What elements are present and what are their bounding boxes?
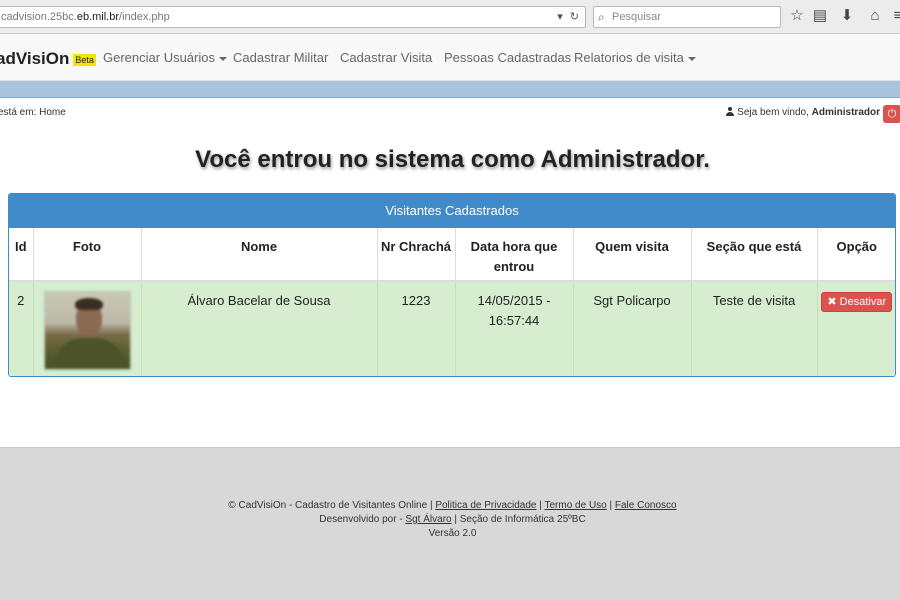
bookmark-star-icon[interactable]: ☆ xyxy=(788,7,806,25)
menu-icon[interactable]: ≡ xyxy=(889,7,900,25)
url-path: /index.php xyxy=(119,11,170,23)
column-header: Nr Chrachá xyxy=(377,228,456,282)
contact-link[interactable]: Fale Conosco xyxy=(615,500,677,511)
privacy-policy-link[interactable]: Politica de Privacidade xyxy=(435,500,536,511)
logout-button[interactable]: ⏻ xyxy=(883,105,900,123)
footer-copyright: © CadVisiOn - Cadastro de Visitantes Onl… xyxy=(228,500,433,511)
downloads-icon[interactable]: ⬇ xyxy=(838,7,856,25)
footer-version: Versão 2.0 xyxy=(428,528,477,539)
cell-id: 2 xyxy=(9,281,34,376)
url-prefix: cadvision.25bc. xyxy=(1,11,77,23)
nav-cadastrar-militar[interactable]: Cadastrar Militar xyxy=(233,50,328,65)
deactivate-button[interactable]: ✖ Desativar xyxy=(821,292,893,312)
table-row: 2 Álvaro Bacelar de Sousa 1223 14/05/201… xyxy=(9,281,895,376)
reading-list-icon[interactable]: ▤ xyxy=(811,7,829,25)
column-header: Opção xyxy=(817,228,895,282)
brand-name: adVisiOn xyxy=(0,49,70,68)
welcome-message: Seja bem vindo, Administrador xyxy=(726,107,880,118)
visitor-photo xyxy=(43,291,131,370)
nav-pessoas-cadastradas[interactable]: Pessoas Cadastradas xyxy=(444,50,571,65)
nav-label: Cadastrar Visita xyxy=(340,50,433,65)
caret-down-icon xyxy=(687,56,696,61)
visitors-table: Id Foto Nome Nr Chrachá Data hora que en… xyxy=(9,228,895,376)
column-header: Foto xyxy=(33,228,142,282)
close-icon: ✖ xyxy=(827,296,837,308)
visitors-panel: Visitantes Cadastrados Id Foto Nome Nr C… xyxy=(8,193,896,377)
panel-title: Visitantes Cadastrados xyxy=(9,194,895,228)
footer-section: | Seção de Informática 25ºBC xyxy=(454,514,586,525)
cell-section: Teste de visita xyxy=(691,281,818,376)
cell-visiting: Sgt Policarpo xyxy=(573,281,692,376)
column-header: Nome xyxy=(141,228,378,282)
nav-cadastrar-visita[interactable]: Cadastrar Visita xyxy=(340,50,432,65)
reload-icon[interactable]: ↻ xyxy=(570,11,579,23)
column-header: Seção que está xyxy=(691,228,818,282)
nav-label: Relatorios de visita xyxy=(574,50,684,65)
footer-text: © CadVisiOn - Cadastro de Visitantes Onl… xyxy=(0,499,900,541)
url-dropdown-icon[interactable]: ▾ xyxy=(557,11,563,23)
terms-of-use-link[interactable]: Termo de Uso xyxy=(544,500,606,511)
cell-name: Álvaro Bacelar de Sousa xyxy=(141,281,378,376)
breadcrumb: está em: Home xyxy=(0,107,66,118)
nav-label: Cadastrar Militar xyxy=(233,50,329,65)
column-header: Data hora que entrou xyxy=(455,228,574,282)
cell-photo xyxy=(33,281,142,376)
url-bar[interactable]: cadvision.25bc.eb.mil.br/index.php ▾ ↻ xyxy=(0,6,586,28)
welcome-username: Administrador xyxy=(811,107,880,118)
user-icon xyxy=(726,107,735,116)
site-navbar: adVisiOn Beta Gerenciar Usuários Cadastra… xyxy=(0,35,900,81)
nav-gerenciar-usuarios[interactable]: Gerenciar Usuários xyxy=(103,50,227,65)
browser-search-input[interactable]: ⌕ Pesquisar xyxy=(593,6,781,28)
table-header-row: Id Foto Nome Nr Chrachá Data hora que en… xyxy=(9,228,895,282)
home-icon[interactable]: ⌂ xyxy=(866,7,884,25)
footer: © CadVisiOn - Cadastro de Visitantes Onl… xyxy=(0,447,900,600)
cell-action: ✖ Desativar xyxy=(817,281,895,376)
url-host: eb.mil.br xyxy=(76,11,120,23)
search-placeholder: Pesquisar xyxy=(612,11,661,23)
brand-logo[interactable]: adVisiOn Beta xyxy=(0,49,96,69)
breadcrumb-current[interactable]: Home xyxy=(39,107,66,118)
column-header: Id xyxy=(9,228,34,282)
developer-link[interactable]: Sgt Álvaro xyxy=(405,514,451,525)
power-icon: ⏻ xyxy=(887,108,897,120)
breadcrumb-prefix: está em: xyxy=(0,107,37,118)
cell-entry-datetime: 14/05/2015 - 16:57:44 xyxy=(455,281,574,376)
nav-relatorios-de-visita[interactable]: Relatorios de visita xyxy=(574,50,696,65)
beta-badge: Beta xyxy=(73,53,96,66)
welcome-text: Seja bem vindo, xyxy=(737,107,809,118)
deactivate-label: Desativar xyxy=(839,296,887,308)
browser-toolbar: cadvision.25bc.eb.mil.br/index.php ▾ ↻ ⌕… xyxy=(0,0,900,34)
caret-down-icon xyxy=(219,56,227,61)
navbar-accent-strip xyxy=(0,81,900,98)
cell-badge-number: 1223 xyxy=(377,281,456,376)
search-icon: ⌕ xyxy=(598,10,605,24)
footer-developed-by: Desenvolvido por - xyxy=(319,514,403,525)
nav-label: Gerenciar Usuários xyxy=(103,50,215,65)
nav-label: Pessoas Cadastradas xyxy=(444,50,572,65)
column-header: Quem visita xyxy=(573,228,692,282)
page-title: Você entrou no sistema como Administrado… xyxy=(195,146,710,173)
